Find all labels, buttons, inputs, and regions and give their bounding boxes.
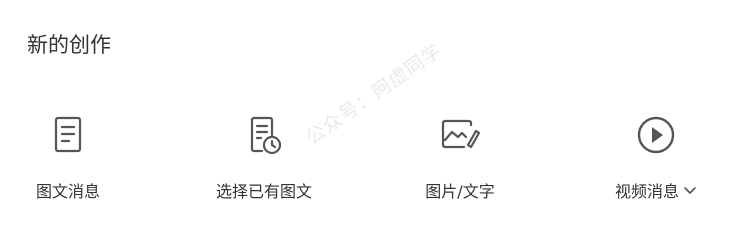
create-article-label: 图文消息 (35, 182, 100, 201)
select-existing-article-label: 选择已有图文 (215, 182, 312, 201)
document-clock-icon (242, 113, 286, 157)
image-text-button[interactable]: 图片/文字 (385, 105, 535, 215)
video-message-label: 视频消息 (581, 180, 731, 204)
create-article-button[interactable]: 图文消息 (0, 105, 143, 215)
document-icon (46, 113, 90, 157)
video-message-text: 视频消息 (614, 182, 679, 201)
section-title: 新的创作 (27, 33, 111, 57)
chevron-down-icon[interactable] (683, 179, 697, 203)
video-message-button[interactable]: 视频消息 (581, 105, 731, 215)
image-edit-icon (438, 113, 482, 157)
image-text-label: 图片/文字 (425, 182, 495, 201)
play-circle-icon (634, 113, 678, 157)
select-existing-article-button[interactable]: 选择已有图文 (189, 105, 339, 215)
